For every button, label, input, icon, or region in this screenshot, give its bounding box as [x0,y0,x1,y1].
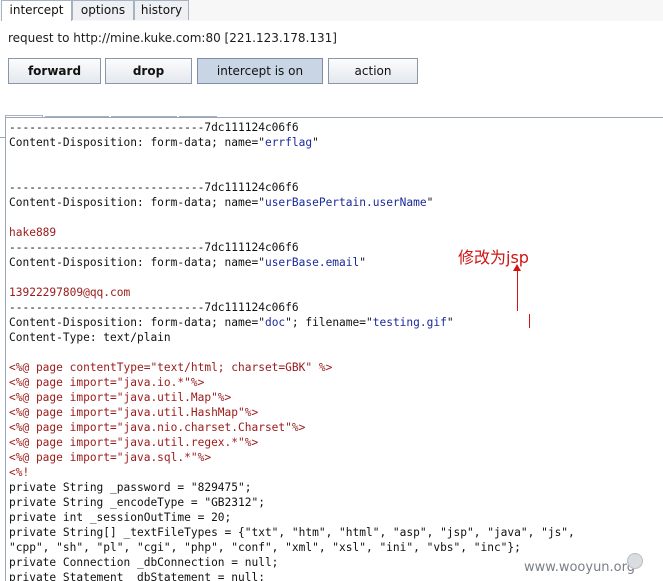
request-body-line: private Connection _dbConnection = null; [9,555,278,570]
annotation-arrow-line [517,268,518,311]
request-body-line: <%@ page import="java.nio.charset.Charse… [9,420,305,435]
line-segment: private String[] _textFileTypes = {"txt"… [9,526,575,539]
request-body-line: -----------------------------7dc111124c0… [9,180,299,195]
request-body-line: <%! [9,465,29,480]
request-body-line: "cpp", "sh", "pl", "cgi", "php", "conf",… [9,540,521,555]
line-segment: <%@ page import="java.util.regex.*"%> [9,436,259,449]
line-segment: Content-Disposition: form-data; name=" [9,136,265,149]
request-body-line: Content-Disposition: form-data; name="er… [9,135,319,150]
raw-request-editor[interactable]: -----------------------------7dc111124c0… [5,117,663,581]
request-body-line: <%@ page import="java.sql.*"%> [9,450,211,465]
line-segment: 13922297809@qq.com [9,286,131,299]
line-segment: <%@ page import="java.sql.*"%> [9,451,212,464]
line-segment: "; filename=" [285,316,373,329]
line-segment: "cpp", "sh", "pl", "cgi", "php", "conf",… [9,541,521,554]
text-cursor [529,314,530,328]
request-body-line: private String _encodeType = "GB2312"; [9,495,265,510]
line-segment: doc [264,316,286,329]
action-button[interactable]: action [328,58,418,84]
line-segment: Content-Disposition: form-data; name=" [9,196,265,209]
request-target-label: request to http://mine.kuke.com:80 [221.… [8,31,337,45]
line-segment: -----------------------------7dc111124c0… [9,301,299,314]
request-body-line: 13922297809@qq.com [9,285,130,300]
request-body-line: private String[] _textFileTypes = {"txt"… [9,525,575,540]
line-segment: userBase.email [264,256,360,269]
request-body-line: Content-Disposition: form-data; name="do… [9,315,454,330]
line-segment: -----------------------------7dc111124c0… [9,241,299,254]
intercept-toggle-button[interactable]: intercept is on [197,58,323,84]
line-segment: Content-Disposition: form-data; name=" [9,256,265,269]
request-body-line: private String _password = "829475"; [9,480,251,495]
intercept-panel: request to http://mine.kuke.com:80 [221.… [0,21,663,138]
line-segment: private String _password = "829475"; [9,481,252,494]
line-segment: " [426,196,434,209]
request-body-line: -----------------------------7dc111124c0… [9,240,299,255]
request-body-line: Content-Disposition: form-data; name="us… [9,195,433,210]
request-body-line: hake889 [9,225,56,240]
line-segment: Content-Disposition: form-data; name=" [9,316,265,329]
line-segment: <%! [9,466,30,479]
line-segment: private String _encodeType = "GB2312"; [9,496,265,509]
line-segment: errflag [264,136,313,149]
request-body-line: Content-Type: text/plain [9,330,171,345]
line-segment: <%@ page import="java.io.*"%> [9,376,205,389]
line-segment: testing.gif [372,316,447,329]
tab-options[interactable]: options [72,0,134,20]
line-segment: " [312,136,319,149]
line-segment: <%@ page import="java.util.Map"%> [9,391,232,404]
watermark-logo-icon [627,553,643,569]
tab-history[interactable]: history [134,0,189,20]
request-body-line: <%@ page import="java.util.HashMap"%> [9,405,258,420]
request-body-line: -----------------------------7dc111124c0… [9,300,299,315]
line-segment: <%@ page import="java.util.HashMap"%> [9,406,259,419]
request-body-line: -----------------------------7dc111124c0… [9,120,299,135]
request-body-line: private int _sessionOutTime = 20; [9,510,231,525]
line-segment: " [446,316,454,329]
request-body-line: Content-Disposition: form-data; name="us… [9,255,366,270]
line-segment: private Connection _dbConnection = null; [9,556,279,569]
watermark: www.wooyun.org [524,560,636,575]
request-body-line: private Statement _dbStatement = null; [9,570,265,581]
tab-intercept[interactable]: intercept [1,0,72,22]
proxy-window: intercept options history request to htt… [0,0,663,581]
line-segment: <%@ page contentType="text/html; charset… [9,361,333,374]
line-segment: <%@ page import="java.nio.charset.Charse… [9,421,306,434]
line-segment: " [359,256,366,269]
request-body-line: <%@ page import="java.util.Map"%> [9,390,231,405]
request-body-line: <%@ page import="java.io.*"%> [9,375,204,390]
request-body-line: <%@ page contentType="text/html; charset… [9,360,332,375]
line-segment: hake889 [9,226,57,239]
line-segment: Content-Type: text/plain [9,331,171,344]
top-tab-bar: intercept options history [0,0,663,22]
line-segment: -----------------------------7dc111124c0… [9,121,299,134]
request-body-line: <%@ page import="java.util.regex.*"%> [9,435,258,450]
forward-button[interactable]: forward [8,58,101,84]
line-segment: private int _sessionOutTime = 20; [9,511,232,524]
line-segment: userBasePertain.userName [264,196,427,209]
line-segment: -----------------------------7dc111124c0… [9,181,299,194]
drop-button[interactable]: drop [105,58,192,84]
